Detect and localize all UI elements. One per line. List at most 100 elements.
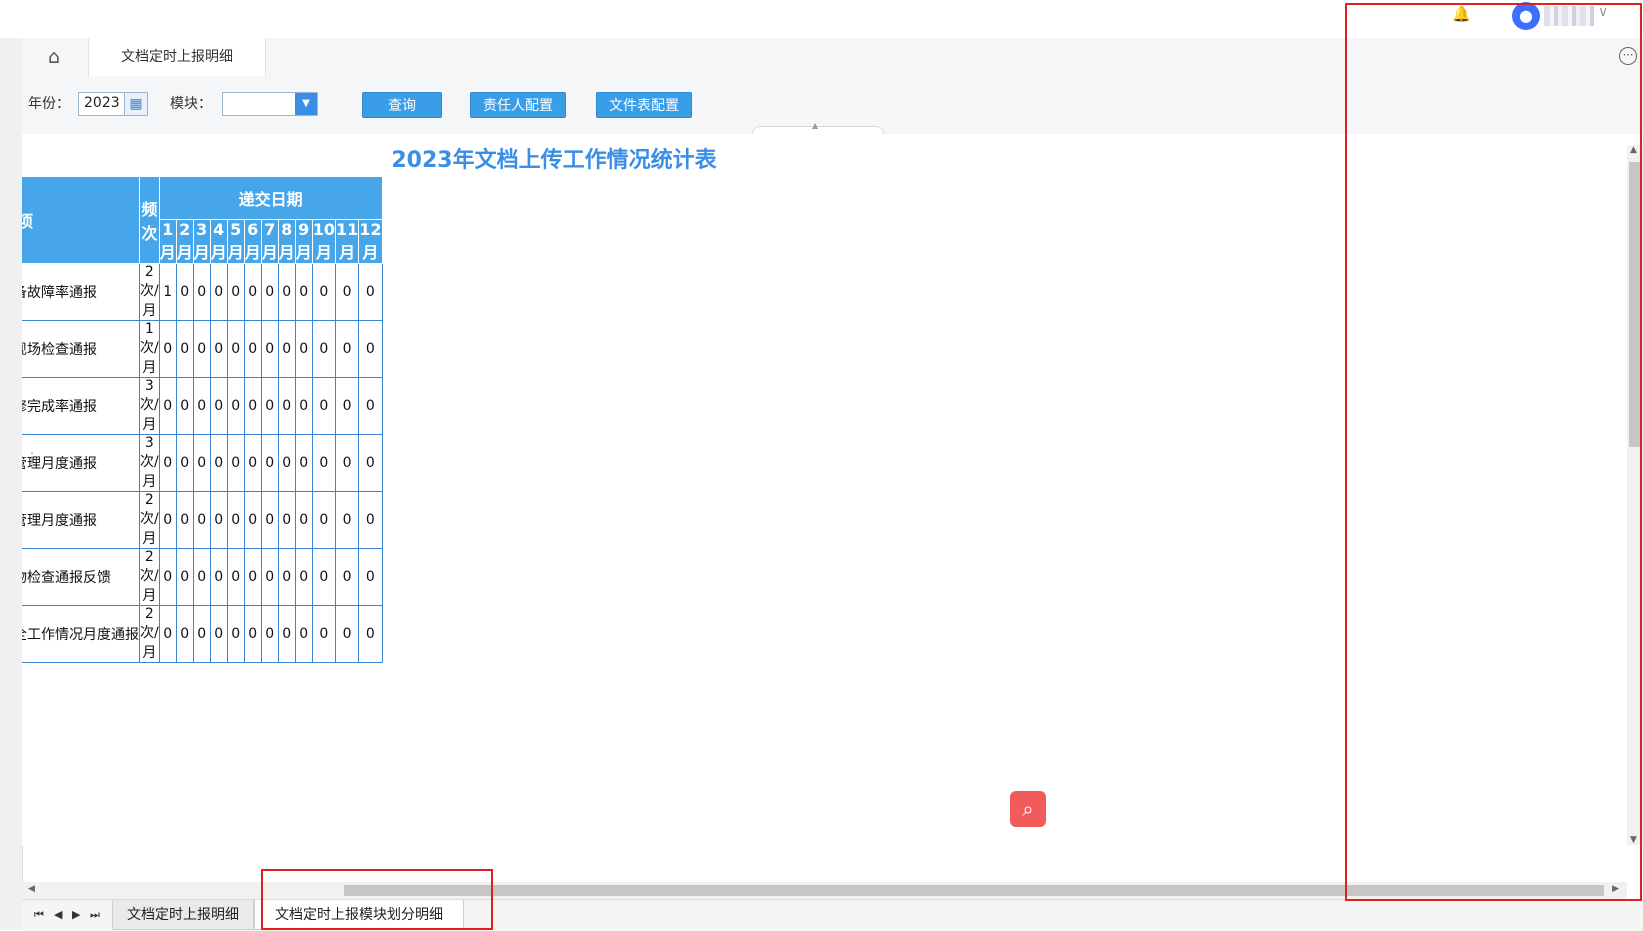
month-value-cell[interactable]: 0 xyxy=(226,320,245,378)
sheet-tab-module-detail[interactable]: 文档定时上报模块划分明细 xyxy=(254,900,464,930)
month-value-cell[interactable]: 0 xyxy=(334,605,360,663)
month-value-cell[interactable]: 0 xyxy=(260,491,279,549)
month-value-cell[interactable]: 0 xyxy=(311,434,336,492)
month-value-cell[interactable]: 0 xyxy=(311,320,336,378)
month-value-cell[interactable]: 0 xyxy=(192,263,211,321)
month-value-cell[interactable]: 0 xyxy=(358,263,383,321)
month-value-cell[interactable]: 0 xyxy=(209,605,228,663)
month-value-cell[interactable]: 0 xyxy=(358,605,383,663)
month-value-cell[interactable]: 0 xyxy=(209,377,228,435)
month-value-cell[interactable]: 0 xyxy=(226,434,245,492)
month-value-cell[interactable]: 0 xyxy=(358,377,383,435)
month-value-cell[interactable]: 0 xyxy=(175,377,194,435)
horizontal-scroll-thumb[interactable] xyxy=(344,885,1604,896)
month-value-cell[interactable]: 0 xyxy=(226,377,245,435)
month-value-cell[interactable]: 0 xyxy=(334,377,360,435)
owner-config-button[interactable]: 责任人配置 xyxy=(470,92,566,118)
month-value-cell[interactable]: 0 xyxy=(334,491,360,549)
more-icon[interactable]: ⋯ xyxy=(1619,47,1637,65)
month-value-cell[interactable]: 0 xyxy=(358,548,383,606)
month-value-cell[interactable]: 0 xyxy=(158,320,177,378)
month-value-cell[interactable]: 0 xyxy=(192,548,211,606)
month-value-cell[interactable]: 0 xyxy=(294,605,313,663)
month-value-cell[interactable]: 0 xyxy=(294,320,313,378)
month-value-cell[interactable]: 0 xyxy=(192,377,211,435)
month-value-cell[interactable]: 0 xyxy=(311,605,336,663)
month-value-cell[interactable]: 0 xyxy=(243,605,262,663)
month-value-cell[interactable]: 0 xyxy=(334,548,360,606)
month-value-cell[interactable]: 0 xyxy=(277,263,296,321)
month-value-cell[interactable]: 0 xyxy=(334,263,360,321)
month-value-cell[interactable]: 0 xyxy=(175,263,194,321)
month-value-cell[interactable]: 0 xyxy=(209,320,228,378)
month-value-cell[interactable]: 0 xyxy=(260,377,279,435)
month-value-cell[interactable]: 0 xyxy=(192,605,211,663)
month-value-cell[interactable]: 0 xyxy=(311,491,336,549)
month-value-cell[interactable]: 0 xyxy=(226,605,245,663)
year-input[interactable]: 2023 ▦ xyxy=(78,92,148,116)
month-value-cell[interactable]: 0 xyxy=(277,434,296,492)
home-icon[interactable]: ⌂ xyxy=(42,45,66,69)
month-value-cell[interactable]: 0 xyxy=(358,491,383,549)
month-value-cell[interactable]: 0 xyxy=(226,548,245,606)
month-value-cell[interactable]: 0 xyxy=(260,605,279,663)
dropdown-arrow-icon[interactable]: ▼ xyxy=(295,93,317,115)
next-sheet-icon[interactable]: ▶ xyxy=(72,908,80,921)
month-value-cell[interactable]: 0 xyxy=(260,434,279,492)
month-value-cell[interactable]: 0 xyxy=(277,491,296,549)
scroll-down-icon[interactable]: ▼ xyxy=(1630,835,1637,845)
month-value-cell[interactable]: 0 xyxy=(209,263,228,321)
month-value-cell[interactable]: 0 xyxy=(294,434,313,492)
month-value-cell[interactable]: 0 xyxy=(158,377,177,435)
vertical-scroll-thumb[interactable] xyxy=(1629,162,1641,447)
month-value-cell[interactable]: 0 xyxy=(243,548,262,606)
month-value-cell[interactable]: 0 xyxy=(226,263,245,321)
month-value-cell[interactable]: 0 xyxy=(192,491,211,549)
month-value-cell[interactable]: 0 xyxy=(277,605,296,663)
month-value-cell[interactable]: 0 xyxy=(294,377,313,435)
month-value-cell[interactable]: 0 xyxy=(358,434,383,492)
month-value-cell[interactable]: 0 xyxy=(334,434,360,492)
month-value-cell[interactable]: 0 xyxy=(192,320,211,378)
scroll-left-icon[interactable]: ◀ xyxy=(28,884,35,894)
bell-icon[interactable]: 🔔 xyxy=(1452,5,1471,23)
scroll-right-icon[interactable]: ▶ xyxy=(1612,884,1619,894)
horizontal-scrollbar[interactable]: ◀ ▶ xyxy=(22,882,1627,899)
month-value-cell[interactable]: 0 xyxy=(209,548,228,606)
scroll-up-icon[interactable]: ▲ xyxy=(1630,145,1637,155)
filetable-config-button[interactable]: 文件表配置 xyxy=(596,92,692,118)
vertical-scrollbar[interactable]: ▲ ▼ xyxy=(1627,145,1643,845)
month-value-cell[interactable]: 0 xyxy=(294,263,313,321)
month-value-cell[interactable]: 0 xyxy=(226,491,245,549)
month-value-cell[interactable]: 0 xyxy=(175,605,194,663)
chevron-down-icon[interactable]: ∨ xyxy=(1598,4,1608,20)
drag-handle-icon[interactable]: ⋮ ⋮ xyxy=(26,451,38,469)
month-value-cell[interactable]: 0 xyxy=(260,320,279,378)
month-value-cell[interactable]: 0 xyxy=(192,434,211,492)
calendar-icon[interactable]: ▦ xyxy=(124,93,147,115)
month-value-cell[interactable]: 0 xyxy=(158,605,177,663)
month-value-cell[interactable]: 0 xyxy=(311,263,336,321)
month-value-cell[interactable]: 0 xyxy=(243,434,262,492)
month-value-cell[interactable]: 0 xyxy=(175,548,194,606)
prev-sheet-icon[interactable]: ◀ xyxy=(54,908,62,921)
month-value-cell[interactable]: 0 xyxy=(260,548,279,606)
user-avatar-icon[interactable]: ● xyxy=(1512,2,1540,30)
month-value-cell[interactable]: 0 xyxy=(260,263,279,321)
last-sheet-icon[interactable]: ⏭ xyxy=(90,908,100,922)
month-value-cell[interactable]: 0 xyxy=(175,434,194,492)
month-value-cell[interactable]: 0 xyxy=(334,320,360,378)
month-value-cell[interactable]: 1 xyxy=(158,263,177,321)
month-value-cell[interactable]: 0 xyxy=(158,548,177,606)
month-value-cell[interactable]: 0 xyxy=(243,491,262,549)
month-value-cell[interactable]: 0 xyxy=(243,377,262,435)
search-icon[interactable]: ⌕ xyxy=(1010,791,1046,827)
month-value-cell[interactable]: 0 xyxy=(175,491,194,549)
month-value-cell[interactable]: 0 xyxy=(209,434,228,492)
month-value-cell[interactable]: 0 xyxy=(311,377,336,435)
sheet-tab-report-detail[interactable]: 文档定时上报明细 xyxy=(112,900,254,930)
query-button[interactable]: 查询 xyxy=(362,92,442,118)
month-value-cell[interactable]: 0 xyxy=(294,548,313,606)
month-value-cell[interactable]: 0 xyxy=(158,491,177,549)
tab-report-detail[interactable]: 文档定时上报明细 xyxy=(88,38,266,76)
